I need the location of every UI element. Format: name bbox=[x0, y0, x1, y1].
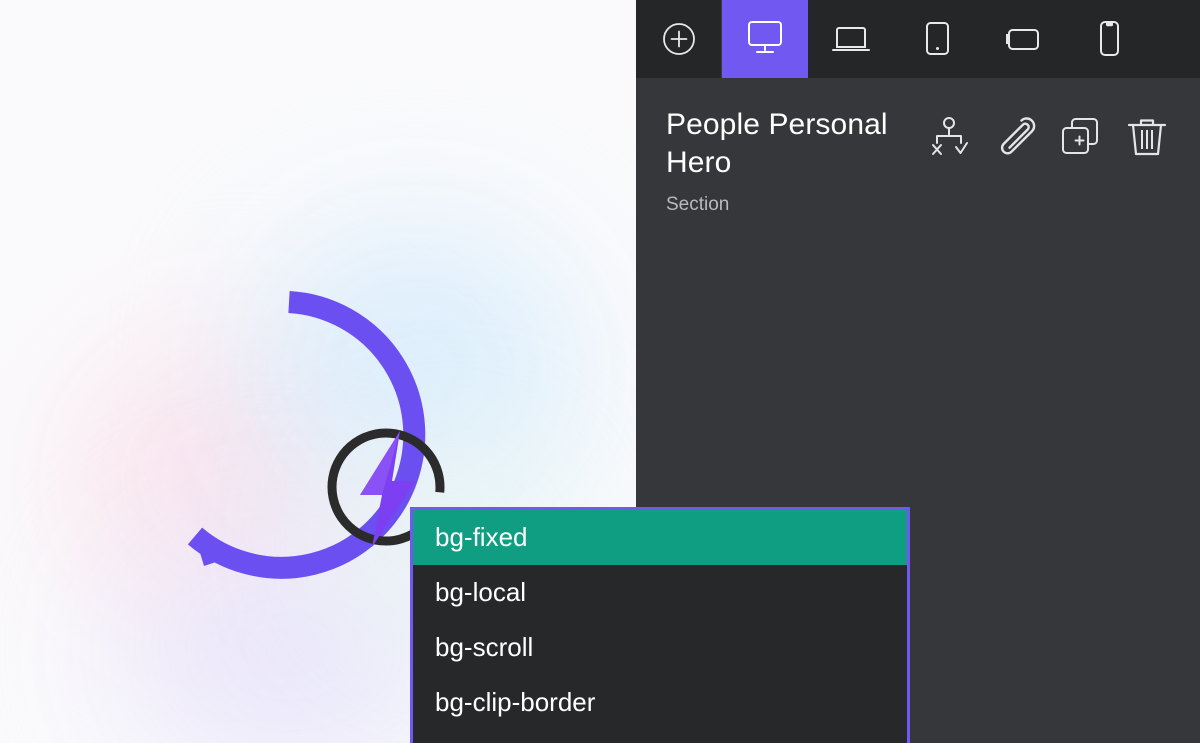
breakpoint-tab-mobile[interactable] bbox=[1066, 0, 1152, 78]
breakpoint-tab-tablet-landscape[interactable] bbox=[980, 0, 1066, 78]
app-root: People Personal Hero Section bg-fixed bg… bbox=[0, 0, 1200, 743]
laptop-icon bbox=[832, 27, 870, 51]
autocomplete-option[interactable]: bg-fixed bbox=[413, 510, 907, 565]
tablet-icon bbox=[926, 22, 949, 55]
add-breakpoint-button[interactable] bbox=[636, 0, 722, 78]
duplicate-icon[interactable] bbox=[1058, 114, 1104, 160]
monitor-icon bbox=[748, 21, 782, 53]
autocomplete-option[interactable]: bg-clip-border bbox=[413, 675, 907, 730]
element-actions bbox=[926, 106, 1170, 160]
move-to-icon[interactable] bbox=[926, 114, 972, 160]
plus-circle-icon bbox=[662, 23, 695, 55]
breakpoint-tab-desktop[interactable] bbox=[722, 0, 808, 78]
link-icon[interactable] bbox=[992, 114, 1038, 160]
element-type-label: Section bbox=[666, 194, 730, 215]
breakpoint-tab-tablet[interactable] bbox=[894, 0, 980, 78]
breakpoint-toolbar bbox=[636, 0, 1200, 78]
element-title-block: People Personal Hero Section bbox=[666, 106, 926, 218]
autocomplete-option[interactable]: bg-local bbox=[413, 565, 907, 620]
trash-icon[interactable] bbox=[1124, 114, 1170, 160]
element-header: People Personal Hero Section bbox=[636, 78, 1200, 218]
page-title: People Personal Hero bbox=[666, 108, 888, 179]
autocomplete-option[interactable]: bg-scroll bbox=[413, 620, 907, 675]
class-autocomplete-dropdown[interactable]: bg-fixed bg-local bg-scroll bg-clip-border bbox=[410, 507, 910, 743]
tablet-landscape-icon bbox=[1006, 29, 1039, 50]
mobile-icon bbox=[1100, 21, 1119, 56]
breakpoint-tab-laptop[interactable] bbox=[808, 0, 894, 78]
